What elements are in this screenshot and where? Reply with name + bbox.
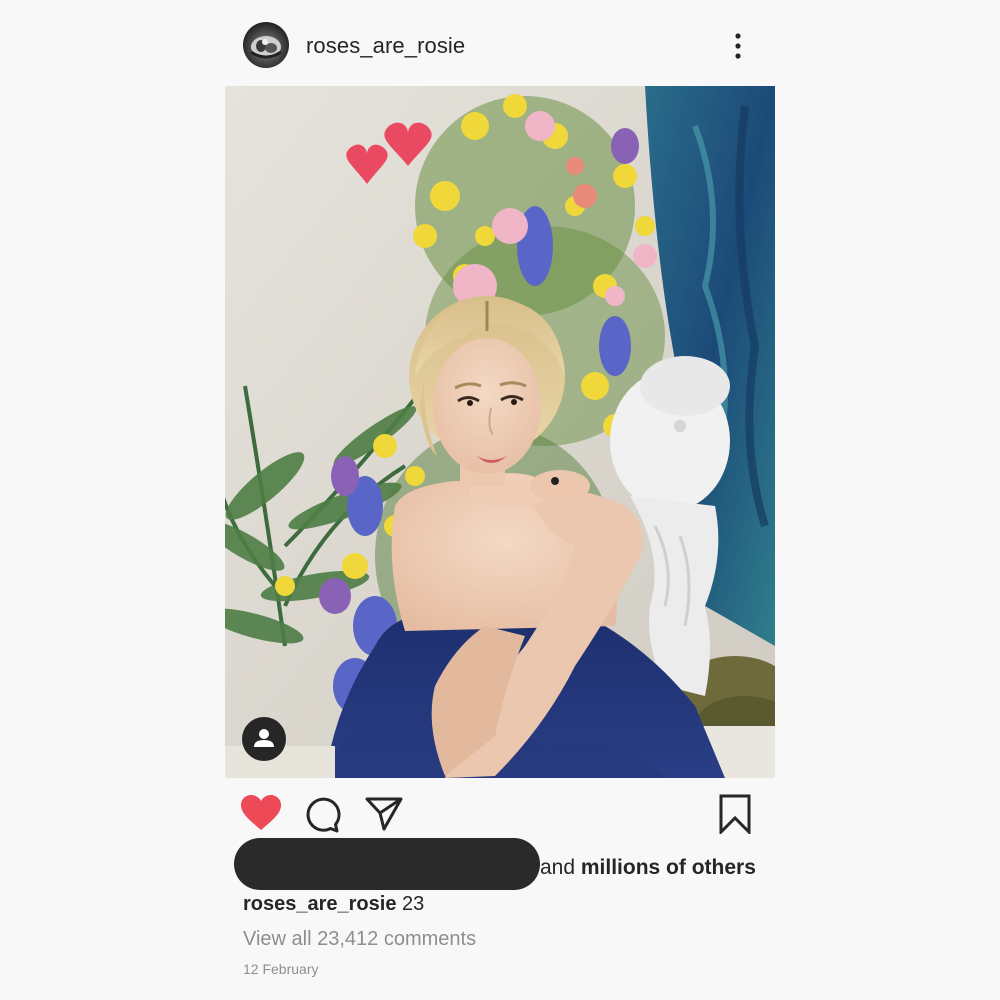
user-tag-icon [254,729,274,747]
redacted-liker-names [234,838,540,890]
post-date: 12 February [243,961,319,977]
post-username[interactable]: roses_are_rosie [306,33,465,59]
caption-username[interactable]: roses_are_rosie [243,893,396,915]
tagged-users-button[interactable] [242,717,286,761]
post-caption: roses_are_rosie 23 [243,893,424,916]
avatar[interactable] [243,22,289,68]
post-photo[interactable] [225,86,775,778]
likes-count[interactable]: millions of others [581,856,756,879]
send-icon[interactable] [365,795,403,838]
caption-text: 23 [396,893,425,915]
view-comments-link[interactable]: View all 23,412 comments [243,928,476,951]
post-actions [240,792,760,838]
comment-icon[interactable] [303,795,343,840]
bookmark-icon[interactable] [718,794,752,839]
like-icon[interactable] [240,794,282,837]
post-header: roses_are_rosie [243,22,753,72]
more-options-icon[interactable] [726,32,750,60]
likes-summary[interactable]: and millions of others [234,838,794,894]
instagram-post: roses_are_rosie and millions of others r… [0,0,1000,1000]
photo-illustration [225,86,775,778]
likes-text: and millions of others [540,856,756,880]
likes-prefix: and [540,856,581,879]
